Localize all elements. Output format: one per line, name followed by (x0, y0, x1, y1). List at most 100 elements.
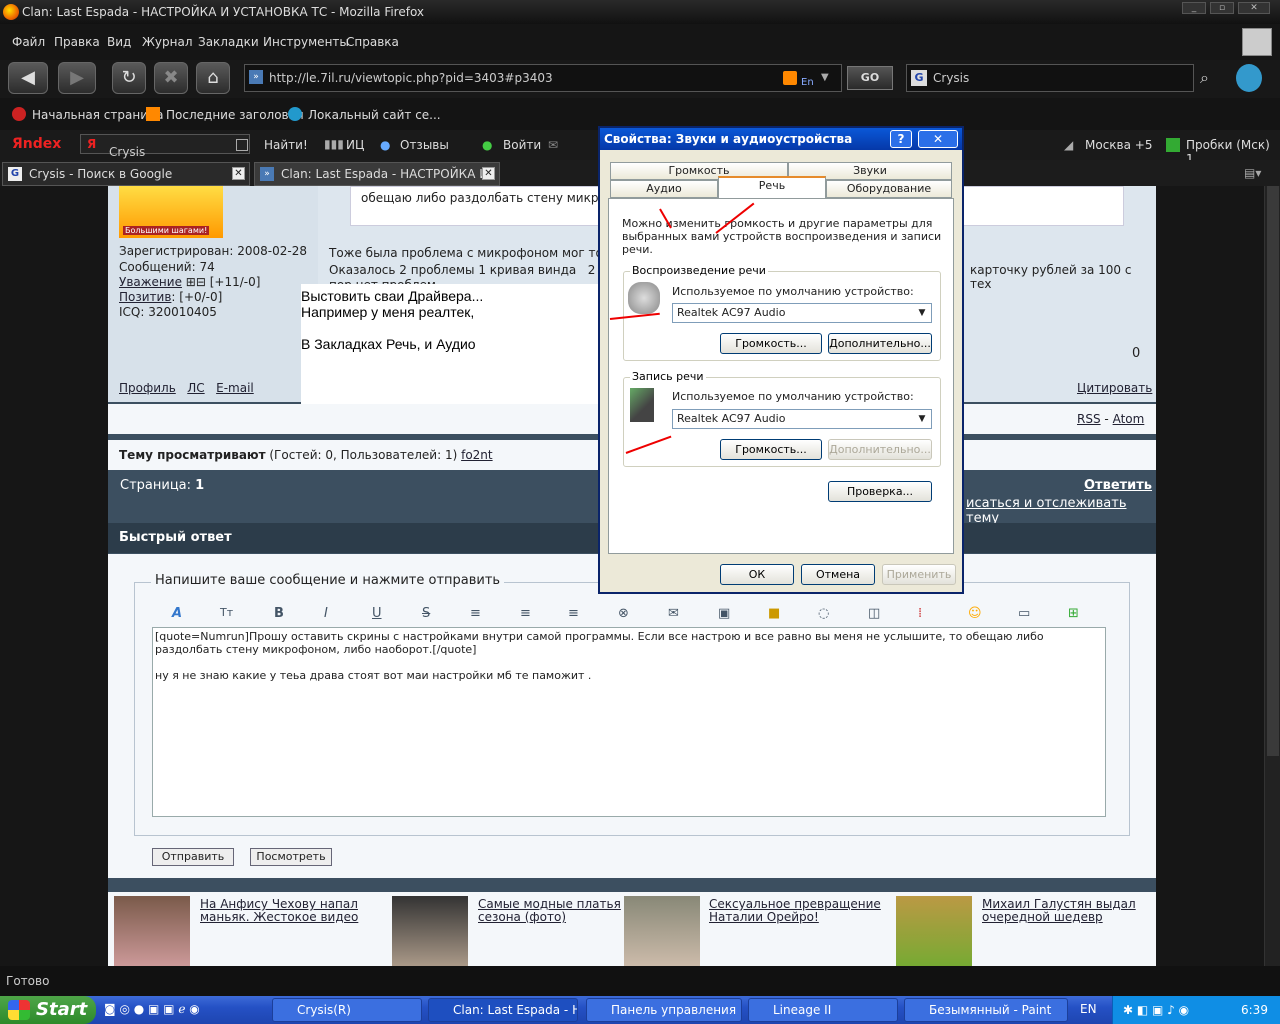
yandex-login-button[interactable]: Войти (503, 138, 541, 152)
yandex-checkbox[interactable] (236, 139, 248, 151)
add-icon[interactable]: ⊞ (1068, 606, 1079, 621)
test-button[interactable]: Проверка... (828, 481, 932, 502)
mail-icon[interactable]: ✉ (548, 138, 558, 152)
stop-icon[interactable]: ✖ (154, 62, 188, 94)
quote-icon[interactable]: ◌ (818, 606, 829, 621)
lock-icon[interactable]: ■ (768, 606, 780, 621)
link-icon[interactable]: ⊗ (618, 606, 629, 621)
bookmark-latest-headlines[interactable]: Последние заголовки (166, 108, 304, 122)
align-right-icon[interactable]: ≡ (568, 606, 579, 621)
yandex-ic-button[interactable]: ИЦ (346, 138, 364, 152)
menu-help[interactable]: Справка (346, 35, 399, 49)
font-color-icon[interactable]: A (172, 606, 182, 621)
menu-history[interactable]: Журнал (142, 35, 193, 49)
taskbar-item-control-panel[interactable]: Панель управления (586, 998, 742, 1022)
home-icon[interactable]: ⌂ (196, 62, 230, 94)
go-button[interactable]: GO (847, 66, 893, 90)
tab-speech[interactable]: Речь (718, 176, 826, 200)
help-icon[interactable]: ? (890, 130, 912, 148)
recording-device-select[interactable]: Realtek AC97 Audio ▼ (672, 409, 932, 429)
underline-icon[interactable]: U (372, 606, 382, 621)
minus-icon[interactable]: ⊟ (196, 275, 206, 289)
news-item[interactable]: Сексуальное превращение Наталии Орейро! (709, 898, 881, 924)
viewer-user-link[interactable]: fo2nt (461, 448, 493, 462)
news-thumb[interactable] (896, 896, 972, 966)
news-thumb[interactable] (392, 896, 468, 966)
menu-bookmarks[interactable]: Закладки (198, 35, 259, 49)
menu-edit[interactable]: Правка (54, 35, 100, 49)
search-magnifier-icon[interactable]: ⌕ (1200, 68, 1209, 88)
url-bar[interactable]: » http://le.7il.ru/viewtopic.php?pid=340… (244, 64, 893, 92)
news-thumb[interactable] (624, 896, 700, 966)
code-icon[interactable]: ◫ (868, 606, 880, 621)
yandex-find-button[interactable]: Найти! (264, 138, 308, 152)
minimize-button[interactable]: _ (1182, 2, 1206, 14)
yandex-search-input[interactable]: Я Crysis (80, 134, 250, 159)
url-dropdown-icon[interactable]: ▼ (821, 65, 829, 91)
close-tab-icon[interactable]: ✕ (482, 167, 495, 180)
profile-link[interactable]: Профиль (119, 381, 176, 395)
positive-link[interactable]: Позитив (119, 290, 171, 304)
scrollbar-thumb[interactable] (1267, 186, 1279, 756)
smiley-icon[interactable]: ☺ (968, 606, 982, 621)
tab-audio[interactable]: Аудио (610, 180, 718, 198)
recording-volume-button[interactable]: Громкость... (720, 439, 822, 460)
subscribe-link[interactable]: исаться и отслеживать тему (966, 496, 1156, 526)
playback-device-select[interactable]: Realtek AC97 Audio ▼ (672, 303, 932, 323)
message-textarea[interactable]: [quote=Numrun]Прошу оставить скрины с на… (152, 627, 1106, 817)
language-icon[interactable]: En (801, 70, 814, 96)
ok-button[interactable]: ОК (720, 564, 794, 585)
yandex-reviews-button[interactable]: Отзывы (400, 138, 449, 152)
tab-list-icon[interactable]: ▤▾ (1244, 166, 1261, 180)
reload-icon[interactable]: ↻ (112, 62, 146, 94)
taskbar-item-lineage[interactable]: Lineage II (748, 998, 898, 1022)
persona-avatar[interactable] (1242, 28, 1272, 56)
skype-icon[interactable] (1236, 64, 1262, 92)
tab-google-search[interactable]: G Crysis - Поиск в Google ✕ (2, 162, 250, 186)
forward-arrow-icon[interactable]: ▶ (58, 62, 96, 94)
image-icon[interactable]: ▣ (718, 606, 730, 621)
news-thumb[interactable] (114, 896, 190, 966)
bookmark-start-page[interactable]: Начальная страница (32, 108, 164, 122)
chevron-down-icon[interactable]: ▼ (914, 305, 930, 321)
email-icon[interactable]: ✉ (668, 606, 679, 621)
playback-volume-button[interactable]: Громкость... (720, 333, 822, 354)
quote-link[interactable]: Цитировать (1077, 381, 1152, 395)
news-item[interactable]: Самые модные платья сезона (фото) (478, 898, 621, 924)
language-indicator[interactable]: EN (1080, 1002, 1097, 1016)
atom-link[interactable]: Atom (1113, 412, 1145, 426)
close-tab-icon[interactable]: ✕ (232, 167, 245, 180)
italic-icon[interactable]: I (324, 606, 328, 621)
respect-link[interactable]: Уважение (119, 275, 182, 289)
email-link[interactable]: E-mail (216, 381, 254, 395)
search-input[interactable]: G Crysis (906, 64, 1194, 92)
preview-button[interactable]: Посмотреть (250, 848, 332, 866)
chevron-down-icon[interactable]: ▼ (914, 411, 930, 427)
playback-advanced-button[interactable]: Дополнительно... (828, 333, 932, 354)
font-size-icon[interactable]: Tт (220, 606, 233, 619)
bookmark-local-site[interactable]: Локальный сайт се... (308, 108, 441, 122)
yandex-logo[interactable]: Яndex (12, 136, 61, 152)
tab-hardware[interactable]: Оборудование (826, 180, 952, 198)
start-button[interactable]: Start (0, 996, 96, 1024)
pm-link[interactable]: ЛС (187, 381, 204, 395)
page-scrollbar[interactable] (1264, 186, 1280, 966)
bold-icon[interactable]: B (274, 606, 284, 621)
align-left-icon[interactable]: ≡ (470, 606, 481, 621)
rss-link[interactable]: RSS (1077, 412, 1101, 426)
plus-icon[interactable]: ⊞ (186, 275, 196, 289)
strike-icon[interactable]: S (422, 606, 430, 621)
tab-clan-page[interactable]: » Clan: Last Espada - НАСТРОЙКА И ... ✕ (254, 162, 500, 203)
dialog-close-icon[interactable]: ✕ (918, 130, 958, 148)
current-page[interactable]: 1 (195, 478, 204, 493)
news-item[interactable]: На Анфису Чехову напал маньяк. Жестокое в… (200, 898, 358, 924)
taskbar-item-paint[interactable]: Безымянный - Paint (904, 998, 1068, 1022)
color-palette-icon[interactable]: ⁞ (918, 606, 922, 621)
taskbar-item-crysis[interactable]: Crysis(R) (272, 998, 422, 1022)
maximize-button[interactable]: ▫ (1210, 2, 1234, 14)
reply-link[interactable]: Ответить (1084, 478, 1152, 493)
menu-tools[interactable]: Инструменты (263, 35, 349, 49)
back-arrow-icon[interactable]: ◀ (8, 62, 48, 94)
keyboard-icon[interactable]: ▭ (1018, 606, 1030, 621)
taskbar-item-firefox[interactable]: Clan: Last Espada - Н... (428, 998, 578, 1022)
